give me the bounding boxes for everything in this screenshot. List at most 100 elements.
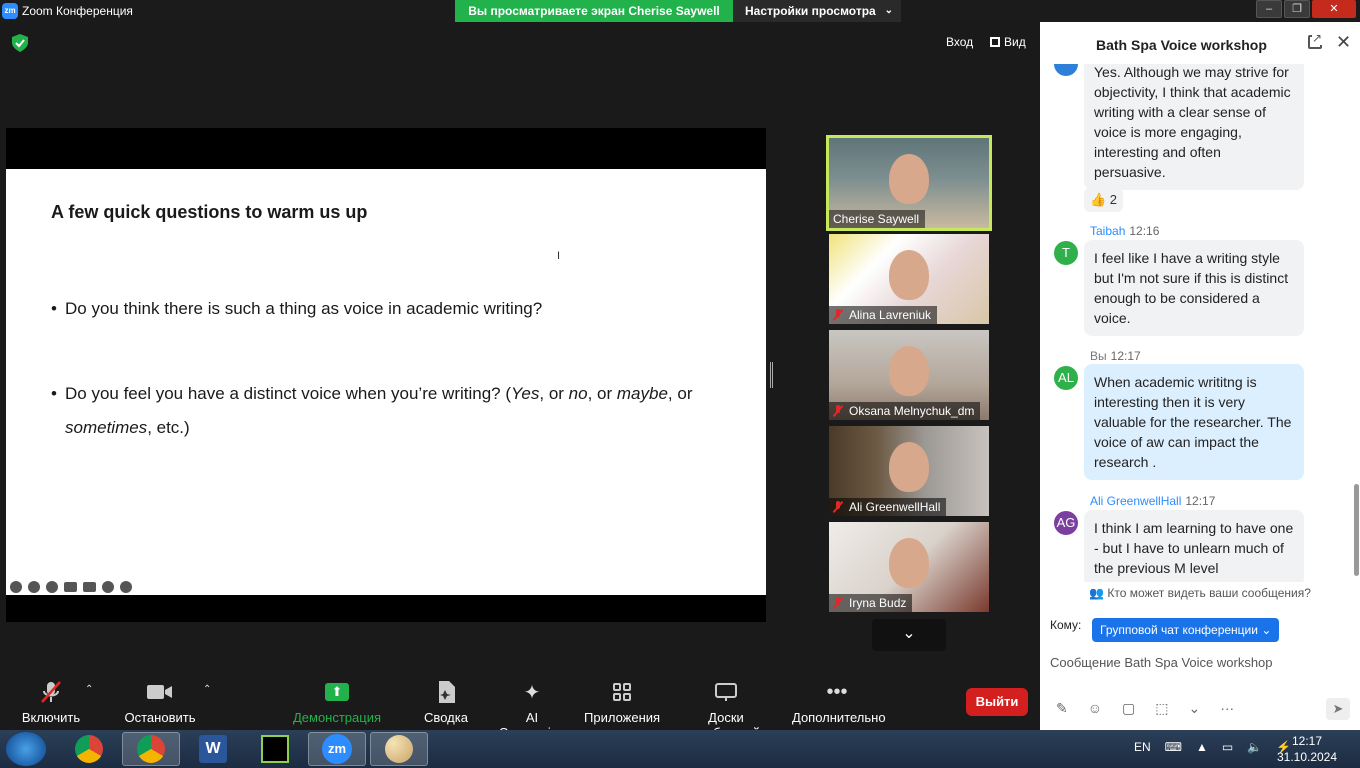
word-icon: W [199,735,227,763]
participant-tile[interactable]: Ali GreenwellHall [829,426,989,516]
muted-mic-icon [10,680,92,704]
audio-options-caret-icon[interactable]: ⌃ [85,684,93,695]
pdf-app[interactable] [246,732,304,766]
pen-icon[interactable] [28,581,40,593]
slide-toolbar [10,581,132,593]
more-options-icon[interactable] [102,581,114,593]
chevron-down-icon: ⌄ [1261,623,1272,637]
zoom-window: zm Zoom Конференция Вы просматриваете эк… [0,0,1360,768]
close-window-button[interactable]: ✕ [1312,0,1356,18]
captions-icon[interactable] [64,582,77,592]
presentation-slide: A few quick questions to warm us up I • D… [6,169,766,595]
system-tray: EN ⌨ ▲ ▭ 🔈 ⚡ [1134,740,1291,754]
enter-button[interactable]: Вход [946,35,973,49]
participant-video [889,154,929,204]
avatar [1054,64,1078,76]
emoji-icon[interactable]: ☺ [1088,700,1102,717]
next-slide-icon[interactable] [120,581,132,593]
language-indicator[interactable]: EN [1134,740,1151,754]
chat-title: Bath Spa Voice workshop [1096,37,1267,53]
recipient-dropdown[interactable]: Групповой чат конференции ⌄ [1092,618,1280,642]
sender-name[interactable]: Ali GreenwellHall [1090,494,1181,508]
chat-toolbar: ✎ ☺ ▢ ⬚ ⌄ ··· [1056,700,1234,717]
participant-tile[interactable]: Iryna Budz [829,522,989,612]
bullet-text: , etc.) [147,418,190,437]
message-bubble: I think I am learning to have one - but … [1084,510,1304,582]
network-icon[interactable]: ▭ [1222,740,1233,754]
participant-video [889,346,929,396]
participant-name-text: Alina Lavreniuk [849,308,932,322]
participant-tile[interactable]: Alina Lavreniuk [829,234,989,324]
volume-icon[interactable]: 🔈 [1247,740,1262,754]
meeting-area: Вход Вид A few quick questions to warm u… [0,22,1040,740]
summary-icon [420,680,472,704]
participant-name-text: Ali GreenwellHall [849,500,941,514]
scroll-down-button[interactable]: ⌄ [872,619,946,651]
clock-time: 12:17 [1291,734,1323,748]
bullet-italic: sometimes [65,418,148,437]
file-icon[interactable]: ▢ [1122,700,1135,717]
close-icon[interactable]: ✕ [1336,32,1351,53]
chrome-icon [137,735,165,763]
message-input[interactable] [1050,650,1350,674]
who-can-see-link[interactable]: 👥 Кто может видеть ваши сообщения? [1040,586,1360,600]
window-controls: – ❐ ✕ [1254,0,1356,20]
view-button[interactable]: Вид [990,35,1026,49]
more-button[interactable]: ••• Дополнительно [792,680,886,726]
participant-tile[interactable]: Oksana Melnychuk_dm [829,330,989,420]
more-dots-icon[interactable]: ··· [1220,700,1234,717]
send-icon[interactable]: ➤ [1326,698,1350,720]
message-time: 12:17 [1110,349,1141,363]
chat-panel: Bath Spa Voice workshop ✕ Yes. Although … [1040,22,1360,730]
chevron-down-icon: ⌄ [902,625,916,642]
message-time: 12:16 [1129,224,1160,238]
shield-check-icon[interactable] [12,34,28,52]
camera-icon[interactable] [83,582,96,592]
bullet-text: , or [587,384,617,403]
participant-name-text: Oksana Melnychuk_dm [849,404,975,418]
apps-button[interactable]: Приложения [584,680,660,725]
message-bubble: When academic writitng is interesting th… [1084,364,1304,480]
chat-header: Bath Spa Voice workshop ✕ [1040,22,1360,64]
to-label: Кому: [1050,618,1082,632]
reaction-thumbs-up[interactable]: 👍 2 [1084,188,1124,212]
chrome-app[interactable] [60,732,118,766]
zoom-icon[interactable] [46,581,58,593]
message-time: 12:17 [1185,494,1216,508]
message-sender: Ali GreenwellHall 12:17 [1090,494,1215,508]
previous-slide-icon[interactable] [10,581,22,593]
sparkle-icon: ✦ [523,681,541,704]
screenshot-icon[interactable]: ⬚ [1155,700,1168,717]
zoom-logo-icon: zm [2,3,18,19]
chrome-profile-app[interactable] [122,732,180,766]
keyboard-icon[interactable]: ⌨ [1165,740,1182,754]
start-button[interactable] [6,732,46,766]
chrome-icon [75,735,103,763]
people-icon: 👥 [1089,586,1108,600]
system-clock[interactable]: 12:17 31.10.2024 [1276,733,1338,765]
maximize-button[interactable]: ❐ [1284,0,1310,18]
message-bubble: I feel like I have a writing style but I… [1084,240,1304,336]
leave-button[interactable]: Выйти [966,688,1028,716]
resize-handle[interactable] [770,362,773,388]
zoom-app[interactable]: zm [308,732,366,766]
paint-app[interactable] [370,732,428,766]
participant-tile[interactable]: Cherise Saywell [826,135,992,231]
who-can-see-label: Кто может видеть ваши сообщения? [1107,586,1311,600]
format-icon[interactable]: ✎ [1056,700,1068,717]
sender-name[interactable]: Taibah [1090,224,1125,238]
popout-icon[interactable] [1308,31,1323,49]
text-cursor-icon: I [557,250,561,262]
minimize-button[interactable]: – [1256,0,1282,18]
participant-name-text: Iryna Budz [849,596,907,610]
tray-expand-icon[interactable]: ▲ [1196,740,1208,754]
shared-screen: A few quick questions to warm us up I • D… [6,128,766,622]
summary-button[interactable]: Сводка [420,680,472,725]
view-settings-dropdown[interactable]: Настройки просмотра ⌄ [733,0,901,22]
word-app[interactable]: W [184,732,242,766]
chat-scrollbar[interactable] [1354,484,1359,576]
video-options-caret-icon[interactable]: ⌃ [203,684,211,695]
chevron-down-icon[interactable]: ⌄ [1189,700,1201,717]
participant-name: Ali GreenwellHall [829,498,947,516]
bullet-text: Do you feel you have a distinct voice wh… [65,384,512,403]
